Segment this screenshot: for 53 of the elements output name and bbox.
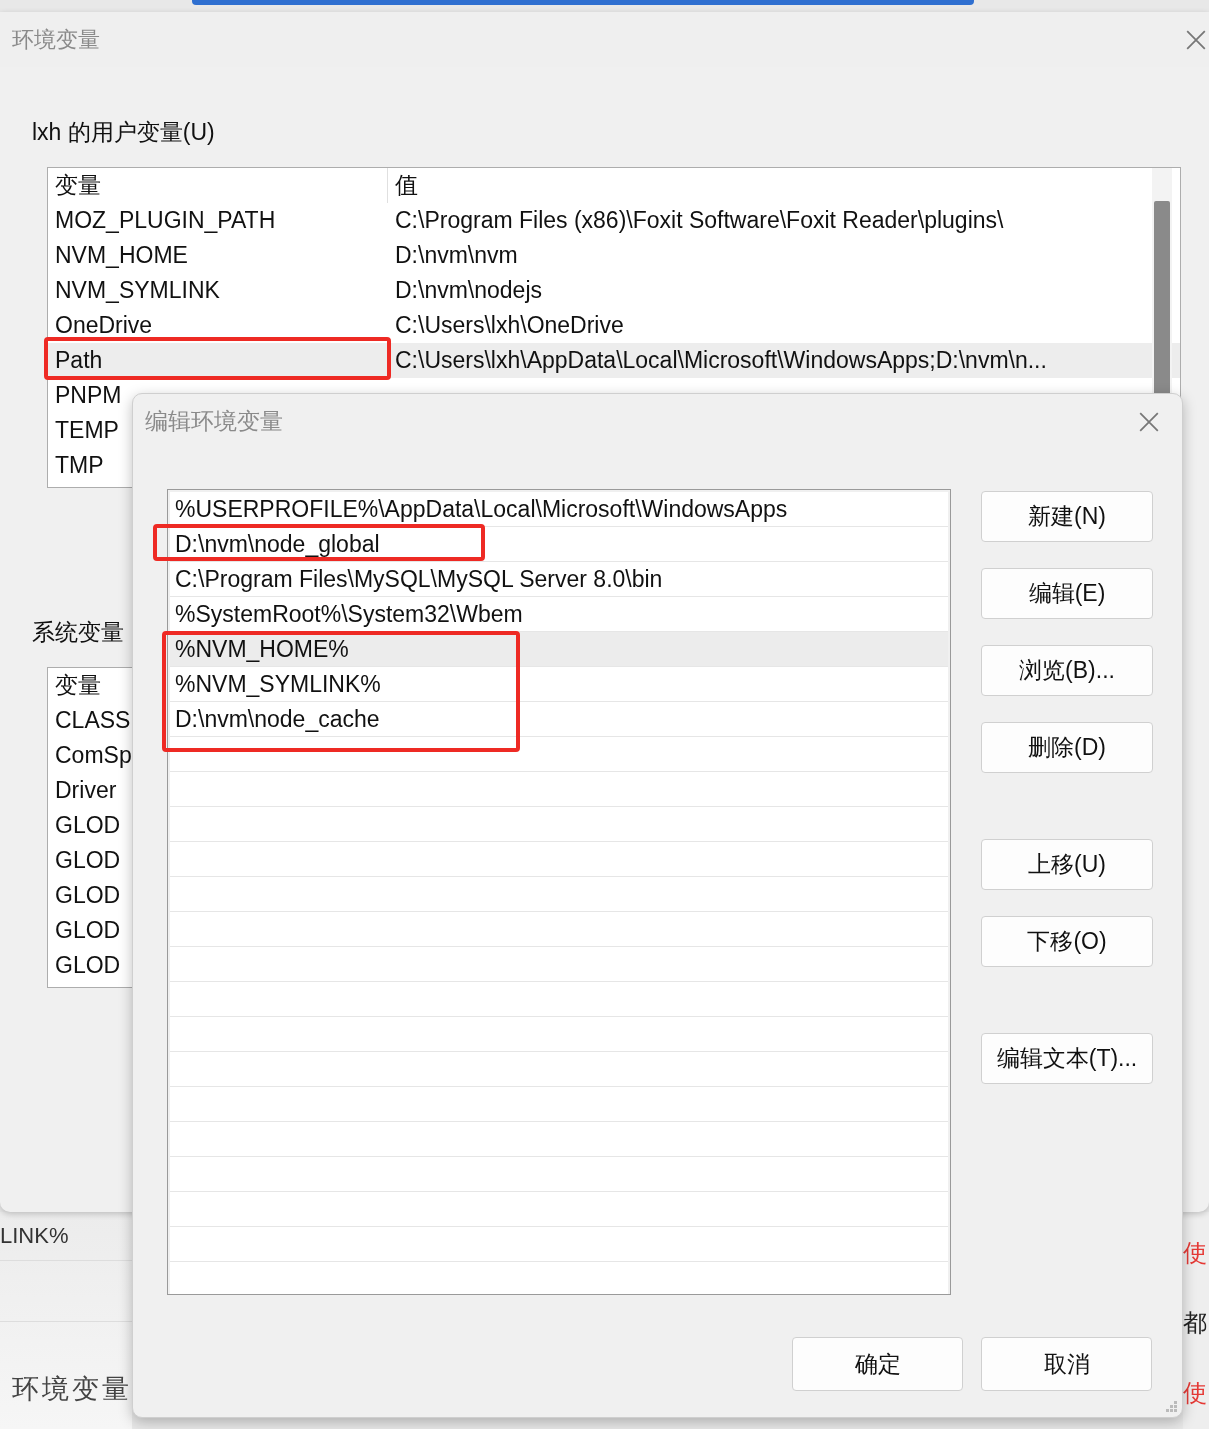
column-header[interactable]: 值 bbox=[388, 170, 418, 201]
path-entry[interactable]: %NVM_SYMLINK% bbox=[170, 667, 948, 702]
list-row[interactable]: NVM_SYMLINK D:\nvm\nodejs bbox=[48, 273, 1180, 308]
dialog-title: 编辑环境变量 bbox=[145, 407, 283, 436]
list-row[interactable]: NVM_HOME D:\nvm\nvm bbox=[48, 238, 1180, 273]
path-entry[interactable]: D:\nvm\node_cache bbox=[170, 702, 948, 737]
variable-value: C:\Users\lxh\AppData\Local\Microsoft\WindowsApps;D:\nvm\n... bbox=[394, 347, 1047, 374]
list-text: LINK% bbox=[0, 1223, 69, 1248]
action-button[interactable]: 浏览(B)... bbox=[981, 645, 1153, 696]
column-header[interactable]: 变量 bbox=[48, 168, 388, 203]
variable-name: GLOD bbox=[55, 952, 121, 978]
path-entry[interactable]: %USERPROFILE%\AppData\Local\Microsoft\WindowsApps bbox=[170, 492, 948, 527]
group-label: 系统变量 bbox=[32, 618, 124, 647]
list-row[interactable]: Path C:\Users\lxh\AppData\Local\Microsoft\WindowsApps;D:\nvm\n... bbox=[48, 343, 1180, 378]
variable-name: NVM_HOME bbox=[55, 242, 188, 268]
variable-value: C:\Program Files (x86)\Foxit Software\Foxit Reader\plugins\ bbox=[394, 207, 1004, 234]
variable-name: PNPM bbox=[55, 382, 122, 408]
path-entry[interactable]: D:\nvm\node_global bbox=[170, 527, 948, 562]
variable-name: NVM_SYMLINK bbox=[55, 277, 220, 303]
variable-name: MOZ_PLUGIN_PATH bbox=[55, 207, 276, 233]
text-fragment: 使 bbox=[1183, 1240, 1208, 1266]
action-button[interactable]: 上移(U) bbox=[981, 839, 1153, 890]
variable-value: D:\nvm\nodejs bbox=[394, 277, 542, 304]
variable-name: TMP bbox=[55, 452, 104, 478]
variable-value: C:\Users\lxh\OneDrive bbox=[394, 312, 624, 339]
dialog-button[interactable]: 取消 bbox=[981, 1337, 1152, 1391]
action-button[interactable]: 编辑文本(T)... bbox=[981, 1033, 1153, 1084]
action-button[interactable]: 下移(O) bbox=[981, 916, 1153, 967]
list-row[interactable]: OneDrive C:\Users\lxh\OneDrive bbox=[48, 308, 1180, 343]
path-entry[interactable]: C:\Program Files\MySQL\MySQL Server 8.0\bin bbox=[170, 562, 948, 597]
variable-name: GLOD bbox=[55, 882, 121, 908]
resize-grip-icon[interactable] bbox=[1164, 1399, 1178, 1413]
list-row[interactable]: MOZ_PLUGIN_PATH C:\Program Files (x86)\Foxit Software\Foxit Reader\plugins\ bbox=[48, 203, 1180, 238]
text-fragment: 使 bbox=[1183, 1380, 1208, 1406]
text-fragment: 都 bbox=[1183, 1310, 1208, 1336]
group-label: lxh 的用户变量(U) bbox=[32, 118, 215, 147]
variable-value: D:\nvm\nvm bbox=[394, 242, 518, 269]
variable-name: GLOD bbox=[55, 917, 121, 943]
path-entry[interactable]: %NVM_HOME% bbox=[170, 632, 948, 667]
window-title: 环境变量 bbox=[12, 25, 100, 54]
path-list[interactable]: %USERPROFILE%\AppData\Local\Microsoft\WindowsApps D:\nvm\node_global C:\Program Files\MySQL\MySQL Server 8.0\bin %SystemRoot%\System32\Wbem %NVM_HOME% %NVM_SYMLINK% D:\nvm\node_cache bbox=[167, 489, 951, 1295]
variable-name: GLOD bbox=[55, 812, 121, 838]
window-caption: 环境变量 bbox=[11, 1373, 132, 1406]
variable-name: GLOD bbox=[55, 847, 121, 873]
dialog-button[interactable]: 确定 bbox=[792, 1337, 963, 1391]
close-icon[interactable] bbox=[1185, 28, 1207, 51]
action-button[interactable]: 新建(N) bbox=[981, 491, 1153, 542]
close-icon[interactable] bbox=[1138, 410, 1160, 433]
variable-name: Path bbox=[55, 347, 103, 373]
action-button[interactable]: 删除(D) bbox=[981, 722, 1153, 773]
action-button[interactable]: 编辑(E) bbox=[981, 568, 1153, 619]
variable-name: Driver bbox=[55, 777, 117, 803]
variable-name: OneDrive bbox=[55, 312, 153, 338]
